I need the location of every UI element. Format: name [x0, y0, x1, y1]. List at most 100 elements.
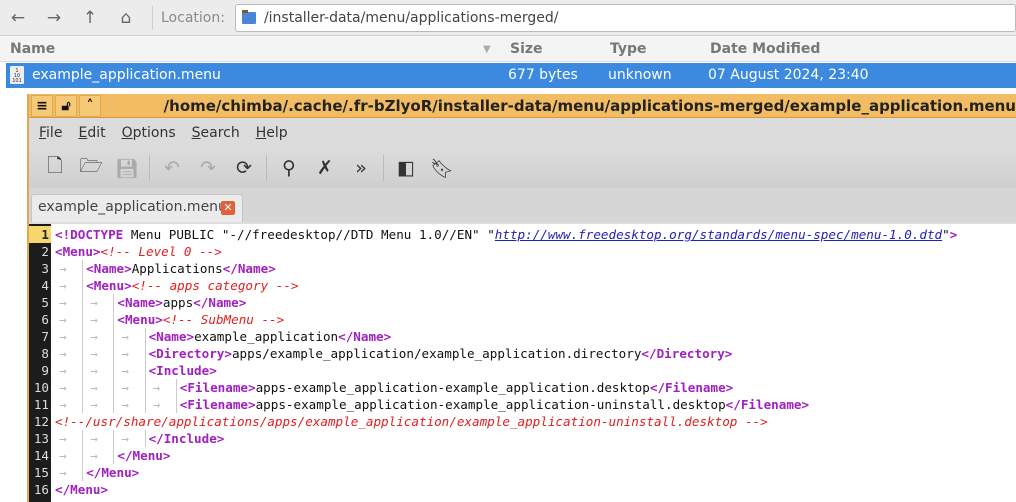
search-icon[interactable]: ⚲ — [271, 157, 307, 179]
redo-icon[interactable]: ↷ — [190, 157, 226, 179]
code-line[interactable]: 3 → <Name>Applications</Name> — [29, 260, 1016, 277]
code-line[interactable]: 12 <!--/usr/share/applications/apps/examp… — [29, 413, 1016, 430]
line-number: 13 — [33, 431, 49, 446]
menu-file[interactable]: File — [39, 125, 62, 141]
tab-marker-icon: → — [86, 396, 117, 413]
code-line[interactable]: 7 → → → <Name>example_application</Name> — [29, 328, 1016, 345]
tab-bar: example_application.menu ✕ — [29, 188, 1016, 222]
column-type[interactable]: Type — [610, 41, 647, 57]
file-name: example_application.menu — [32, 67, 221, 83]
shade-icon[interactable]: ˄ — [79, 94, 101, 117]
code-line[interactable]: 1 <!DOCTYPE Menu PUBLIC "-//freedesktop//… — [29, 226, 1016, 243]
open-folder-icon[interactable]: 🗁︎ — [73, 152, 109, 184]
line-number: 2 — [41, 244, 49, 259]
code-line[interactable]: 9 → → → <Include> — [29, 362, 1016, 379]
code-line[interactable]: 14 → → </Menu> — [29, 447, 1016, 464]
xml-tag: <Menu> — [55, 244, 101, 259]
reload-icon[interactable]: ⟳ — [226, 157, 262, 179]
tab-marker-icon: → — [86, 379, 117, 396]
xml-tag: <!DOCTYPE — [55, 227, 124, 242]
search-replace-icon[interactable]: ✗ — [307, 157, 343, 179]
window-menu-icon[interactable]: ≡ — [31, 94, 53, 117]
line-code: → → <Name>apps</Name> — [55, 294, 246, 311]
forward-icon[interactable]: → — [36, 8, 72, 28]
line-number: 16 — [33, 482, 49, 497]
tab-marker-icon: → — [117, 430, 148, 447]
xml-text: example_application — [194, 329, 339, 344]
tab-marker-icon: → — [55, 396, 86, 413]
tab-marker-icon: → — [86, 430, 117, 447]
line-code: </Menu> — [55, 481, 108, 498]
xml-tag: > — [949, 227, 958, 242]
xml-tag: <Directory> — [148, 346, 232, 361]
menu-help[interactable]: Help — [256, 125, 288, 141]
sort-arrow-icon[interactable]: ▼ — [483, 44, 491, 55]
xml-tag: <Name> — [86, 261, 132, 276]
menu-edit[interactable]: Edit — [78, 125, 105, 141]
divider — [266, 155, 267, 181]
save-icon[interactable]: 💾︎ — [109, 157, 145, 180]
tab-marker-icon: → — [117, 328, 148, 345]
url-link[interactable]: http://www.freedesktop.org/standards/men… — [495, 227, 942, 242]
tab-marker-icon: → — [117, 396, 148, 413]
editor-window: ≡ 🔓︎ ˄ /home/chimba/.cache/.fr-bZlyoR/in… — [27, 94, 1016, 502]
xml-tag: <Name> — [148, 329, 195, 344]
code-editor[interactable]: 1 <!DOCTYPE Menu PUBLIC "-//freedesktop//… — [29, 224, 1016, 502]
xml-tag: </Name> — [338, 329, 392, 344]
xml-tag: </Filename> — [649, 380, 734, 395]
line-code: <Menu><!-- Level 0 --> — [55, 243, 222, 260]
divider — [152, 5, 153, 30]
line-code: → → → → <Filename>apps-example_application-e… — [55, 396, 809, 413]
menu-search[interactable]: Search — [192, 125, 240, 141]
editor-toolbar: 🗋︎ 🗁︎ 💾︎ ↶ ↷ ⟳ ⚲ ✗ » ◧ 🔖︎ — [29, 148, 1016, 188]
bookmark-icon[interactable]: 🔖︎ — [424, 157, 460, 180]
undo-icon[interactable]: ↶ — [154, 157, 190, 179]
location-input[interactable]: /installer-data/menu/applications-merged… — [234, 3, 1016, 32]
up-icon[interactable]: ↑ — [72, 8, 108, 28]
window-title: /home/chimba/.cache/.fr-bZlyoR/installer… — [101, 97, 1016, 115]
xml-tag: </Name> — [193, 295, 247, 310]
code-line[interactable]: 11 → → → → <Filename>apps-example_application… — [29, 396, 1016, 413]
line-code: → </Menu> — [55, 464, 139, 481]
line-code: → → → </Include> — [55, 430, 224, 447]
back-icon[interactable]: ← — [0, 8, 36, 28]
file-row[interactable]: 1 10 101 example_application.menu 677 byte… — [6, 63, 1016, 88]
code-line[interactable]: 8 → → → <Directory>apps/example_application/… — [29, 345, 1016, 362]
line-code: <!--/usr/share/applications/apps/example… — [55, 413, 768, 430]
code-line[interactable]: 16 </Menu> — [29, 481, 1016, 498]
go-to-icon[interactable]: » — [343, 157, 379, 179]
location-path: /installer-data/menu/applications-merged… — [263, 9, 559, 26]
unlock-icon[interactable]: 🔓︎ — [55, 94, 77, 117]
side-pane-icon[interactable]: ◧ — [388, 157, 424, 179]
file-type: unknown — [608, 67, 672, 83]
line-code: → → → <Directory>apps/example_application/e… — [55, 345, 732, 362]
xml-text: Menu PUBLIC "-//freedesktop//DTD Menu 1.… — [123, 227, 495, 242]
xml-comment: <!-- apps category --> — [131, 278, 299, 293]
xml-tag: </Menu> — [86, 465, 140, 480]
close-tab-icon[interactable]: ✕ — [221, 201, 235, 215]
line-code: → → → → <Filename>apps-example_application-e… — [55, 379, 733, 396]
code-line[interactable]: 2 <Menu><!-- Level 0 --> — [29, 243, 1016, 260]
column-date[interactable]: Date Modified — [710, 41, 820, 57]
menu-options[interactable]: Options — [122, 125, 176, 141]
tab-marker-icon: → — [55, 277, 86, 294]
column-name[interactable]: Name — [10, 41, 55, 57]
code-line[interactable]: 4 → <Menu><!-- apps category --> — [29, 277, 1016, 294]
window-title-text: /home/chimba/.cache/.fr-bZlyoR/installer… — [163, 96, 1016, 115]
code-line[interactable]: 10 → → → → <Filename>apps-example_application… — [29, 379, 1016, 396]
column-size[interactable]: Size — [510, 41, 543, 57]
editor-titlebar[interactable]: ≡ 🔓︎ ˄ /home/chimba/.cache/.fr-bZlyoR/in… — [29, 94, 1016, 118]
code-line[interactable]: 5 → → <Name>apps</Name> — [29, 294, 1016, 311]
line-code: → <Menu><!-- apps category --> — [55, 277, 299, 294]
line-number: 9 — [41, 363, 49, 378]
tab-marker-icon: → — [55, 345, 86, 362]
tab-marker-icon: → — [55, 311, 86, 328]
code-line[interactable]: 15 → </Menu> — [29, 464, 1016, 481]
tab-example-application[interactable]: example_application.menu ✕ — [31, 194, 243, 222]
code-line[interactable]: 13 → → → </Include> — [29, 430, 1016, 447]
new-file-icon[interactable]: 🗋︎ — [37, 152, 73, 184]
line-number: 11 — [33, 397, 49, 412]
code-line[interactable]: 6 → → <Menu><!-- SubMenu --> — [29, 311, 1016, 328]
home-icon[interactable]: ⌂ — [108, 8, 144, 28]
divider — [149, 155, 150, 181]
